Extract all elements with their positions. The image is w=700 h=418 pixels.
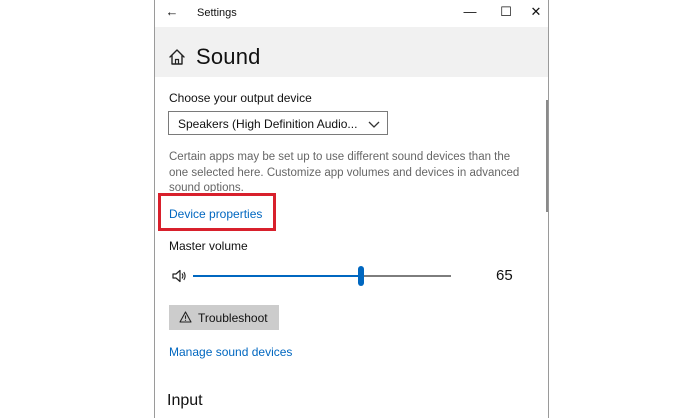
troubleshoot-button[interactable]: Troubleshoot	[169, 305, 279, 330]
back-arrow-icon[interactable]: ←	[163, 3, 181, 21]
volume-slider-thumb[interactable]	[357, 266, 364, 286]
output-device-dropdown[interactable]: Speakers (High Definition Audio...	[168, 111, 388, 135]
chevron-down-icon	[368, 121, 380, 128]
output-device-value: Speakers (High Definition Audio...	[178, 117, 358, 131]
page-title: Sound	[196, 44, 261, 69]
master-volume-label: Master volume	[169, 239, 248, 253]
close-button[interactable]: ✕	[525, 3, 547, 21]
scrollbar[interactable]	[546, 100, 548, 212]
output-device-label: Choose your output device	[169, 91, 312, 105]
warning-icon	[179, 311, 192, 323]
output-help-text: Certain apps may be set up to use differ…	[169, 151, 520, 192]
volume-slider-track[interactable]	[193, 266, 451, 286]
home-icon[interactable]	[168, 48, 186, 66]
troubleshoot-label: Troubleshoot	[198, 311, 268, 325]
highlight-box	[158, 193, 276, 231]
speaker-icon[interactable]	[171, 268, 187, 284]
maximize-button[interactable]: ☐	[495, 3, 517, 21]
minimize-button[interactable]: —	[459, 3, 481, 21]
window-title: Settings	[197, 7, 237, 19]
input-heading: Input	[167, 392, 203, 409]
volume-slider-fill	[193, 275, 361, 277]
manage-sound-devices-link[interactable]: Manage sound devices	[169, 345, 292, 359]
title-bar: ← Settings — ☐ ✕	[155, 0, 548, 27]
volume-value: 65	[496, 267, 513, 284]
